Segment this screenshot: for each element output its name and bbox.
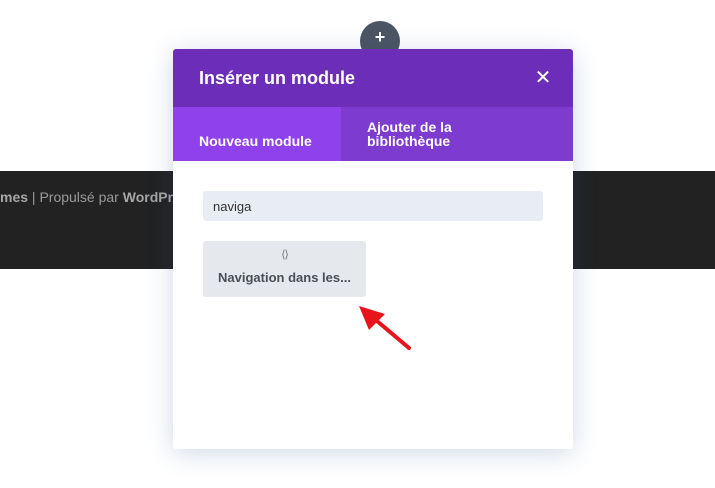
footer-wordpress-link[interactable]: WordPr <box>123 189 173 205</box>
post-navigation-icon: ⟨⟩ <box>281 249 289 261</box>
footer-credits: mes | Propulsé par WordPr <box>0 189 173 205</box>
footer-separator: | <box>28 189 40 205</box>
tab-add-from-library[interactable]: Ajouter de la bibliothèque <box>341 107 491 161</box>
module-search-input[interactable] <box>203 191 543 221</box>
close-icon[interactable]: ✕ <box>531 66 555 90</box>
modal-tabs: Nouveau module Ajouter de la bibliothèqu… <box>173 107 573 161</box>
tab-new-module[interactable]: Nouveau module <box>173 107 341 161</box>
module-result-post-navigation[interactable]: ⟨⟩ Navigation dans les... <box>203 241 366 297</box>
annotation-arrow <box>359 306 411 350</box>
footer-theme-fragment: mes <box>0 189 29 205</box>
modal-title: Insérer un module <box>199 68 356 88</box>
footer-powered-by: Propulsé par <box>39 189 123 205</box>
plus-icon: + <box>374 27 386 47</box>
insert-module-modal: Insérer un module ✕ Nouveau module Ajout… <box>173 49 573 449</box>
module-result-label: Navigation dans les... <box>218 270 351 285</box>
modal-header: Insérer un module ✕ <box>173 49 573 107</box>
